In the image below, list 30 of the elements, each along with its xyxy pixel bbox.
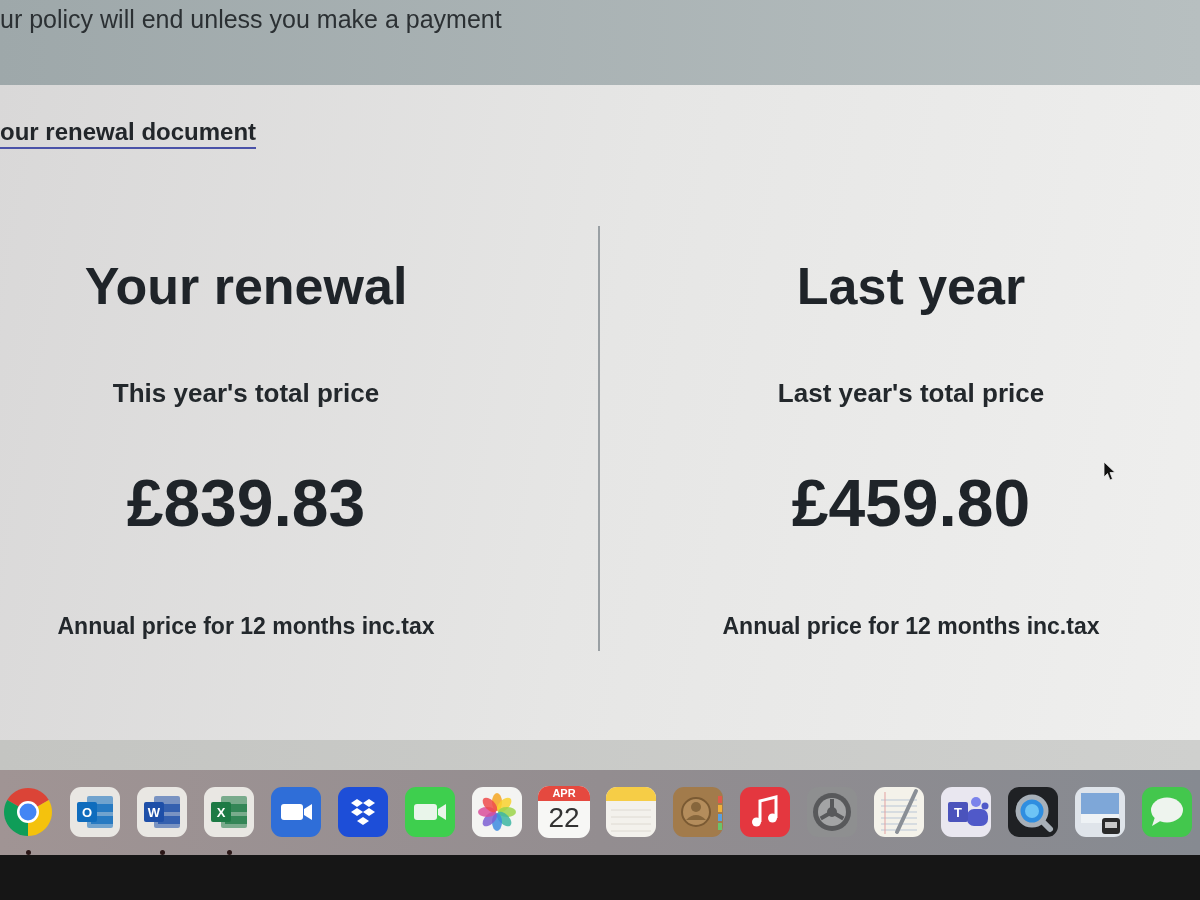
arrow-cursor-icon bbox=[1103, 461, 1116, 481]
diamond-boxes-icon[interactable] bbox=[337, 786, 389, 838]
video-camera-icon[interactable] bbox=[270, 786, 322, 838]
letter-tile-icon[interactable]: W bbox=[136, 786, 188, 838]
letter-tile-icon[interactable]: O bbox=[69, 786, 121, 838]
speech-bubble-icon[interactable] bbox=[1141, 786, 1193, 838]
magnifier-icon[interactable] bbox=[1007, 786, 1059, 838]
calendar-month: APR bbox=[538, 786, 590, 801]
notepad-icon[interactable] bbox=[605, 786, 657, 838]
price-amount: £839.83 bbox=[126, 465, 366, 542]
price-amount: £459.80 bbox=[791, 465, 1031, 542]
people-letter-tile-icon[interactable]: T bbox=[940, 786, 992, 838]
price-label: This year's total price bbox=[112, 378, 380, 409]
renewal-document-link[interactable]: our renewal document bbox=[0, 118, 257, 149]
calendar-icon[interactable]: APR 22 bbox=[538, 786, 590, 838]
calendar-day: 22 bbox=[548, 801, 580, 835]
price-note: Annual price for 12 months inc.tax bbox=[722, 612, 1100, 640]
heading: Last year bbox=[796, 256, 1026, 317]
flower-petals-icon[interactable] bbox=[471, 786, 523, 838]
tricolor-circle-icon[interactable] bbox=[2, 786, 54, 838]
address-book-icon[interactable] bbox=[672, 786, 724, 838]
price-note: Annual price for 12 months inc.tax bbox=[57, 612, 435, 640]
video-camera-icon[interactable] bbox=[404, 786, 456, 838]
picture-frame-icon[interactable] bbox=[1074, 786, 1126, 838]
heading: Your renewal bbox=[84, 256, 408, 317]
notice-text: ur policy will end unless you make a payment bbox=[0, 4, 502, 35]
price-label: Last year's total price bbox=[777, 378, 1045, 409]
music-note-icon[interactable] bbox=[739, 786, 791, 838]
letter-tile-icon[interactable]: X bbox=[203, 786, 255, 838]
paper-pen-icon[interactable] bbox=[873, 786, 925, 838]
